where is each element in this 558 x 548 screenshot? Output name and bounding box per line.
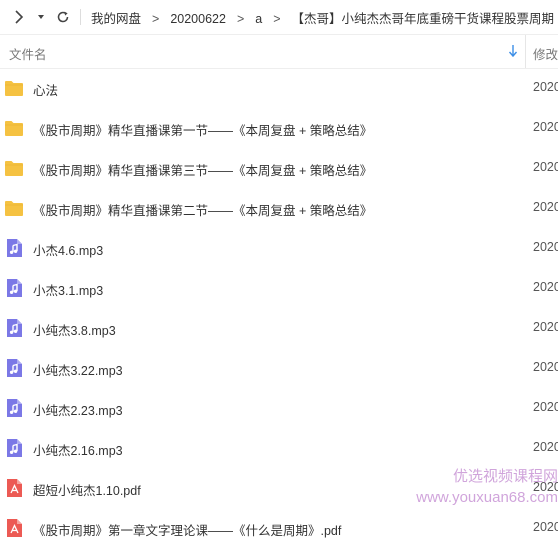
file-row[interactable]: 《股市周期》精华直播课第一节——《本周复盘 + 策略总结》 2020 <box>0 108 558 148</box>
file-row[interactable]: 小纯杰2.16.mp3 2020 <box>0 428 558 468</box>
breadcrumb-item[interactable]: 20200622 <box>168 12 228 26</box>
file-row[interactable]: 心法 2020 <box>0 68 558 108</box>
folder-icon <box>5 121 23 136</box>
file-modified-date: 2020 <box>533 160 558 174</box>
navigation-bar: 我的网盘 >20200622 > a > 【杰哥】小纯杰杰哥年底重磅干货课程股票周期 <box>0 0 558 34</box>
column-header-name[interactable]: 文件名 <box>9 44 47 63</box>
file-name: 《股市周期》精华直播课第二节——《本周复盘 + 策略总结》 <box>33 204 373 218</box>
file-name: 《股市周期》精华直播课第一节——《本周复盘 + 策略总结》 <box>33 124 373 138</box>
breadcrumb-item[interactable]: 我的网盘 <box>89 12 143 26</box>
file-row[interactable]: 小杰4.6.mp3 2020 <box>0 228 558 268</box>
file-row[interactable]: 小杰3.1.mp3 2020 <box>0 268 558 308</box>
file-name: 心法 <box>33 84 59 98</box>
column-header-modified[interactable]: 修改 <box>533 44 558 63</box>
breadcrumb-separator: > <box>273 11 281 26</box>
file-name: 小杰4.6.mp3 <box>33 244 104 258</box>
file-name: 小纯杰3.8.mp3 <box>33 324 116 338</box>
file-row[interactable]: 《股市周期》精华直播课第二节——《本周复盘 + 策略总结》 2020 <box>0 188 558 228</box>
file-row[interactable]: 小纯杰3.22.mp3 2020 <box>0 348 558 388</box>
column-divider[interactable] <box>525 35 526 68</box>
file-modified-date: 2020 <box>533 240 558 254</box>
file-modified-date: 2020 <box>533 120 558 134</box>
file-modified-date: 2020 <box>533 440 558 454</box>
folder-icon <box>5 81 23 96</box>
breadcrumb-item[interactable]: a <box>253 12 264 26</box>
breadcrumb-separator: > <box>236 11 245 26</box>
file-row[interactable]: 小纯杰2.23.mp3 2020 <box>0 388 558 428</box>
file-name: 《股市周期》第一章文字理论课——《什么是周期》.pdf <box>33 524 342 538</box>
file-name: 小杰3.1.mp3 <box>33 284 104 298</box>
file-row[interactable]: 《股市周期》第一章文字理论课——《什么是周期》.pdf 2020 <box>0 508 558 548</box>
file-row[interactable]: 超短小纯杰1.10.pdf 2020 <box>0 468 558 508</box>
history-dropdown-button[interactable] <box>30 6 52 28</box>
audio-file-icon <box>7 439 22 457</box>
forward-button[interactable] <box>8 6 30 28</box>
file-name: 超短小纯杰1.10.pdf <box>33 484 141 498</box>
audio-file-icon <box>7 279 22 297</box>
pdf-file-icon <box>7 479 22 497</box>
file-modified-date: 2020 <box>533 520 558 534</box>
file-row[interactable]: 小纯杰3.8.mp3 2020 <box>0 308 558 348</box>
sort-arrow-icon[interactable] <box>508 44 518 58</box>
refresh-icon <box>57 11 69 23</box>
breadcrumb-separator: > <box>152 11 160 26</box>
file-name: 小纯杰3.22.mp3 <box>33 364 123 378</box>
refresh-button[interactable] <box>52 6 74 28</box>
audio-file-icon <box>7 319 22 337</box>
audio-file-icon <box>7 399 22 417</box>
file-name: 小纯杰2.23.mp3 <box>33 404 123 418</box>
folder-icon <box>5 201 23 216</box>
audio-file-icon <box>7 359 22 377</box>
caret-down-icon <box>38 15 44 19</box>
file-modified-date: 2020 <box>533 80 558 94</box>
breadcrumb-item[interactable]: 【杰哥】小纯杰杰哥年底重磅干货课程股票周期 <box>290 12 557 26</box>
file-name: 《股市周期》精华直播课第三节——《本周复盘 + 策略总结》 <box>33 164 373 178</box>
audio-file-icon <box>7 239 22 257</box>
pdf-file-icon <box>7 519 22 537</box>
toolbar-divider <box>80 9 81 25</box>
file-modified-date: 2020 <box>533 320 558 334</box>
file-modified-date: 2020 <box>533 400 558 414</box>
file-name: 小纯杰2.16.mp3 <box>33 444 123 458</box>
file-modified-date: 2020 <box>533 200 558 214</box>
folder-icon <box>5 161 23 176</box>
file-modified-date: 2020 <box>533 360 558 374</box>
chevron-right-icon <box>15 10 24 24</box>
file-modified-date: 2020 <box>533 280 558 294</box>
file-row[interactable]: 《股市周期》精华直播课第三节——《本周复盘 + 策略总结》 2020 <box>0 148 558 188</box>
file-list-header: 文件名 修改 <box>0 34 558 69</box>
file-modified-date: 2020 <box>533 480 558 494</box>
breadcrumb: 我的网盘 >20200622 > a > 【杰哥】小纯杰杰哥年底重磅干货课程股票周期 <box>89 8 556 27</box>
